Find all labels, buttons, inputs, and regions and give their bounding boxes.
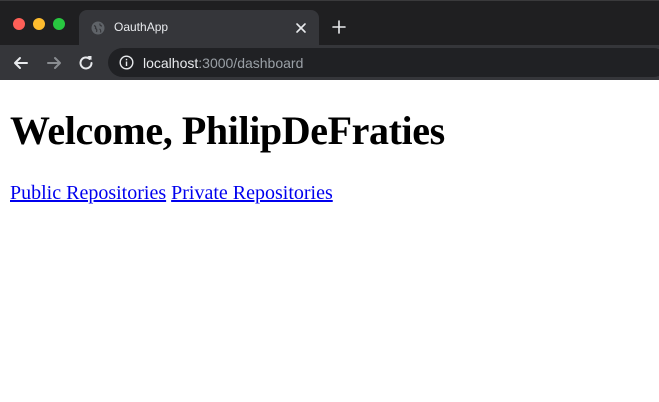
tab-oauthapp[interactable]: OauthApp: [79, 10, 319, 46]
arrow-right-icon[interactable]: [44, 53, 64, 73]
info-icon[interactable]: [119, 55, 134, 70]
tab-strip: OauthApp: [0, 0, 659, 46]
page-title: Welcome, PhilipDeFraties: [10, 108, 445, 153]
url-path: :3000/dashboard: [198, 55, 304, 71]
private-repositories-link[interactable]: Private Repositories: [171, 182, 333, 204]
plus-icon[interactable]: [331, 19, 347, 35]
close-icon[interactable]: [293, 20, 309, 36]
arrow-left-icon[interactable]: [11, 53, 31, 73]
browser-window: OauthApp localhost:3000/dashboard Welcom…: [0, 0, 659, 402]
tab-title: OauthApp: [114, 20, 169, 34]
page-content: Welcome, PhilipDeFraties Public Reposito…: [0, 80, 659, 402]
reload-icon[interactable]: [76, 53, 96, 73]
public-repositories-link[interactable]: Public Repositories: [10, 182, 166, 204]
globe-icon: [91, 21, 105, 35]
window-close-button[interactable]: [13, 18, 25, 30]
url-text[interactable]: localhost:3000/dashboard: [143, 55, 303, 71]
window-minimize-button[interactable]: [33, 18, 45, 30]
browser-toolbar: localhost:3000/dashboard: [0, 45, 659, 80]
url-host: localhost: [143, 55, 199, 71]
address-bar[interactable]: localhost:3000/dashboard: [108, 48, 659, 77]
window-maximize-button[interactable]: [53, 18, 65, 30]
repository-links: Public Repositories Private Repositories: [10, 181, 333, 205]
